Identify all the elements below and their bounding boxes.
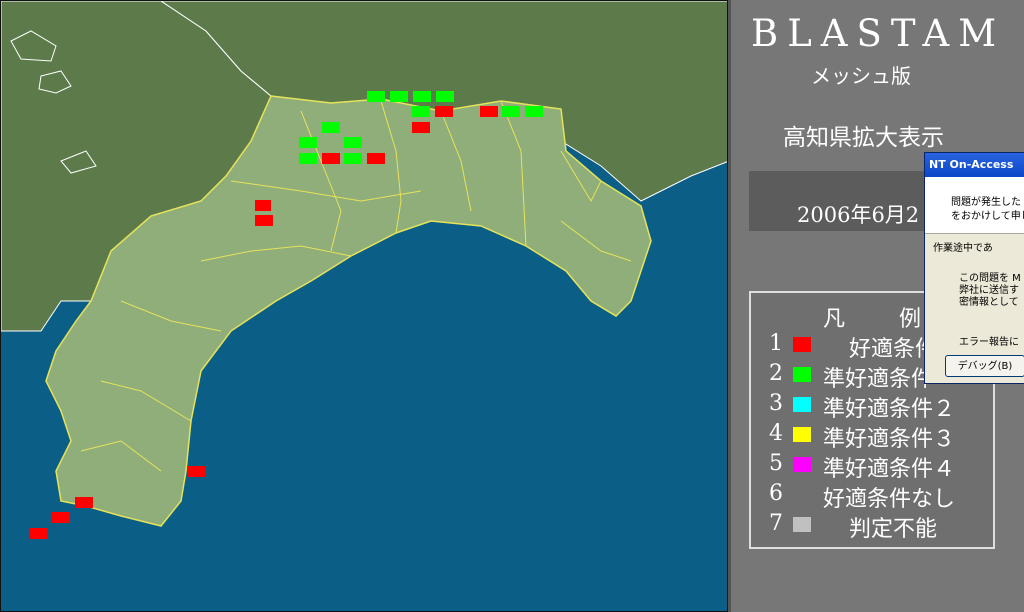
legend-swatch-yellow	[793, 427, 811, 442]
red-cell	[480, 106, 498, 117]
legend-label: 準好適条件３	[823, 427, 956, 452]
green-cell	[367, 91, 385, 102]
red-cell	[187, 466, 205, 477]
app-subtitle: メッシュ版	[811, 64, 911, 88]
green-cell	[344, 153, 362, 164]
debug-button[interactable]: デバッグ(B)	[945, 355, 1024, 377]
dialog-text: 密情報として	[959, 297, 1019, 308]
green-cell	[344, 137, 362, 148]
legend-label: 準好適条件	[823, 367, 934, 392]
legend-label: 準好適条件２	[823, 397, 956, 422]
red-cell	[435, 106, 453, 117]
green-cell	[299, 137, 317, 148]
red-cell	[322, 153, 340, 164]
red-cell	[255, 200, 271, 211]
legend-swatch-gray	[793, 517, 811, 532]
dialog-title-bar[interactable]: NT On-Access	[925, 153, 1024, 177]
dialog-text: をおかけして申し	[951, 211, 1024, 222]
dialog-text: エラー報告に	[959, 337, 1019, 348]
legend-num: 1	[769, 331, 783, 356]
legend-item: 4 準好適条件３	[769, 421, 999, 452]
green-cell	[436, 91, 454, 102]
legend-num: 6	[769, 481, 783, 506]
legend-item: 3 準好適条件２	[769, 391, 999, 422]
green-cell	[299, 153, 317, 164]
legend-item: 5 準好適条件４	[769, 451, 999, 482]
dialog-text: 作業途中であ	[933, 243, 993, 254]
legend-num: 5	[769, 451, 783, 476]
map-canvas	[1, 1, 727, 611]
error-dialog[interactable]: NT On-Access 問題が発生した をおかけして申し 作業途中であ この問…	[924, 152, 1024, 384]
legend-swatch-green	[793, 367, 811, 382]
legend-label: 好適条件なし	[823, 487, 956, 512]
legend-num: 3	[769, 391, 783, 416]
green-cell	[322, 122, 340, 133]
legend-swatch-red	[793, 337, 811, 352]
legend-label: 判定不能	[849, 517, 938, 542]
mesh-map[interactable]	[0, 0, 728, 612]
red-cell	[52, 512, 70, 523]
date-text: 2006年6月2	[797, 203, 920, 227]
red-cell	[75, 497, 93, 508]
legend-num: 2	[769, 361, 783, 386]
dialog-text: 問題が発生した	[951, 197, 1021, 208]
red-cell	[412, 122, 430, 133]
red-cell	[29, 528, 47, 539]
green-cell	[525, 106, 543, 117]
app-title: BLASTAM	[751, 12, 1006, 55]
legend-swatch-magenta	[793, 457, 811, 472]
green-cell	[412, 106, 430, 117]
dialog-body: 問題が発生した をおかけして申し 作業途中であ この問題を M 弊社に送信す 密…	[925, 177, 1024, 383]
prefecture-label: 高知県拡大表示	[783, 125, 944, 151]
green-cell	[390, 91, 408, 102]
legend-label: 準好適条件４	[823, 457, 956, 482]
red-cell	[367, 153, 385, 164]
legend-swatch-cyan	[793, 397, 811, 412]
legend-num: 4	[769, 421, 783, 446]
red-cell	[255, 215, 273, 226]
legend-item: 6 好適条件なし	[769, 481, 999, 512]
legend-item: 7 判定不能	[769, 511, 999, 542]
legend-num: 7	[769, 511, 783, 536]
green-cell	[413, 91, 431, 102]
green-cell	[502, 106, 520, 117]
